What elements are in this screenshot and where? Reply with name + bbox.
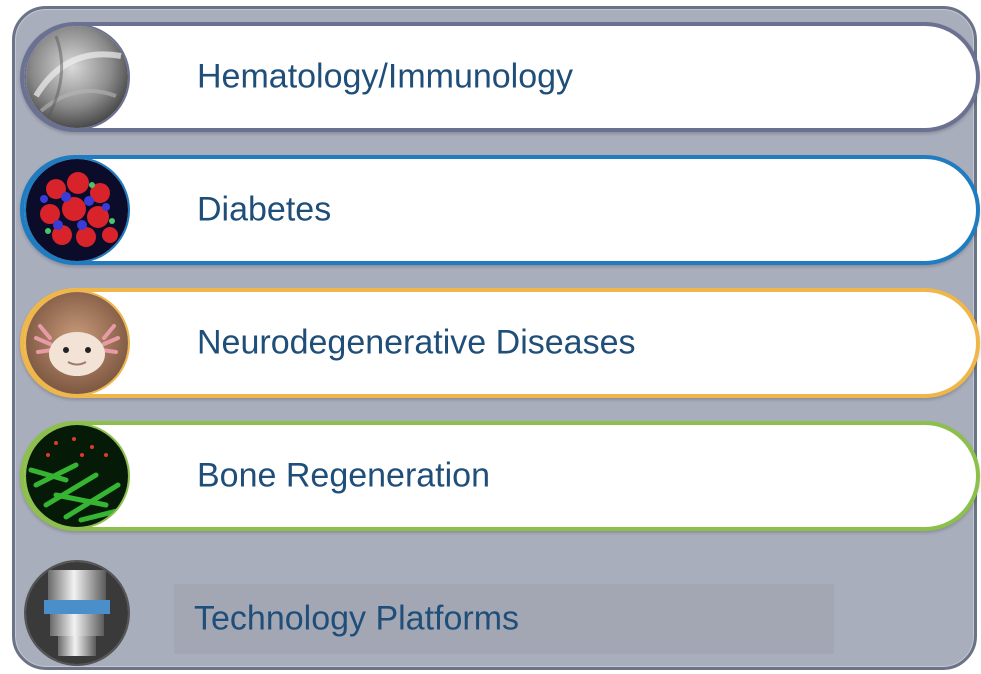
topic-label: Hematology/Immunology (197, 57, 574, 96)
axolotl-icon (24, 290, 130, 396)
topic-label: Technology Platforms (194, 599, 520, 638)
green-cells-fluorescence-icon (24, 423, 130, 529)
topic-hematology-immunology[interactable]: Hematology/Immunology (20, 22, 980, 132)
islet-cells-fluorescence-icon (24, 157, 130, 263)
topic-diabetes[interactable]: Diabetes (20, 155, 980, 265)
topic-neurodegenerative-diseases[interactable]: Neurodegenerative Diseases (20, 288, 980, 398)
topic-technology-platforms[interactable]: Technology Platforms (174, 584, 834, 654)
red-blood-cell-micrograph-icon (24, 24, 130, 130)
microscope-objective-icon (24, 560, 130, 666)
topic-bone-regeneration[interactable]: Bone Regeneration (20, 421, 980, 531)
topic-label: Bone Regeneration (197, 456, 491, 495)
topic-label: Diabetes (197, 190, 332, 229)
topic-label: Neurodegenerative Diseases (197, 323, 636, 362)
